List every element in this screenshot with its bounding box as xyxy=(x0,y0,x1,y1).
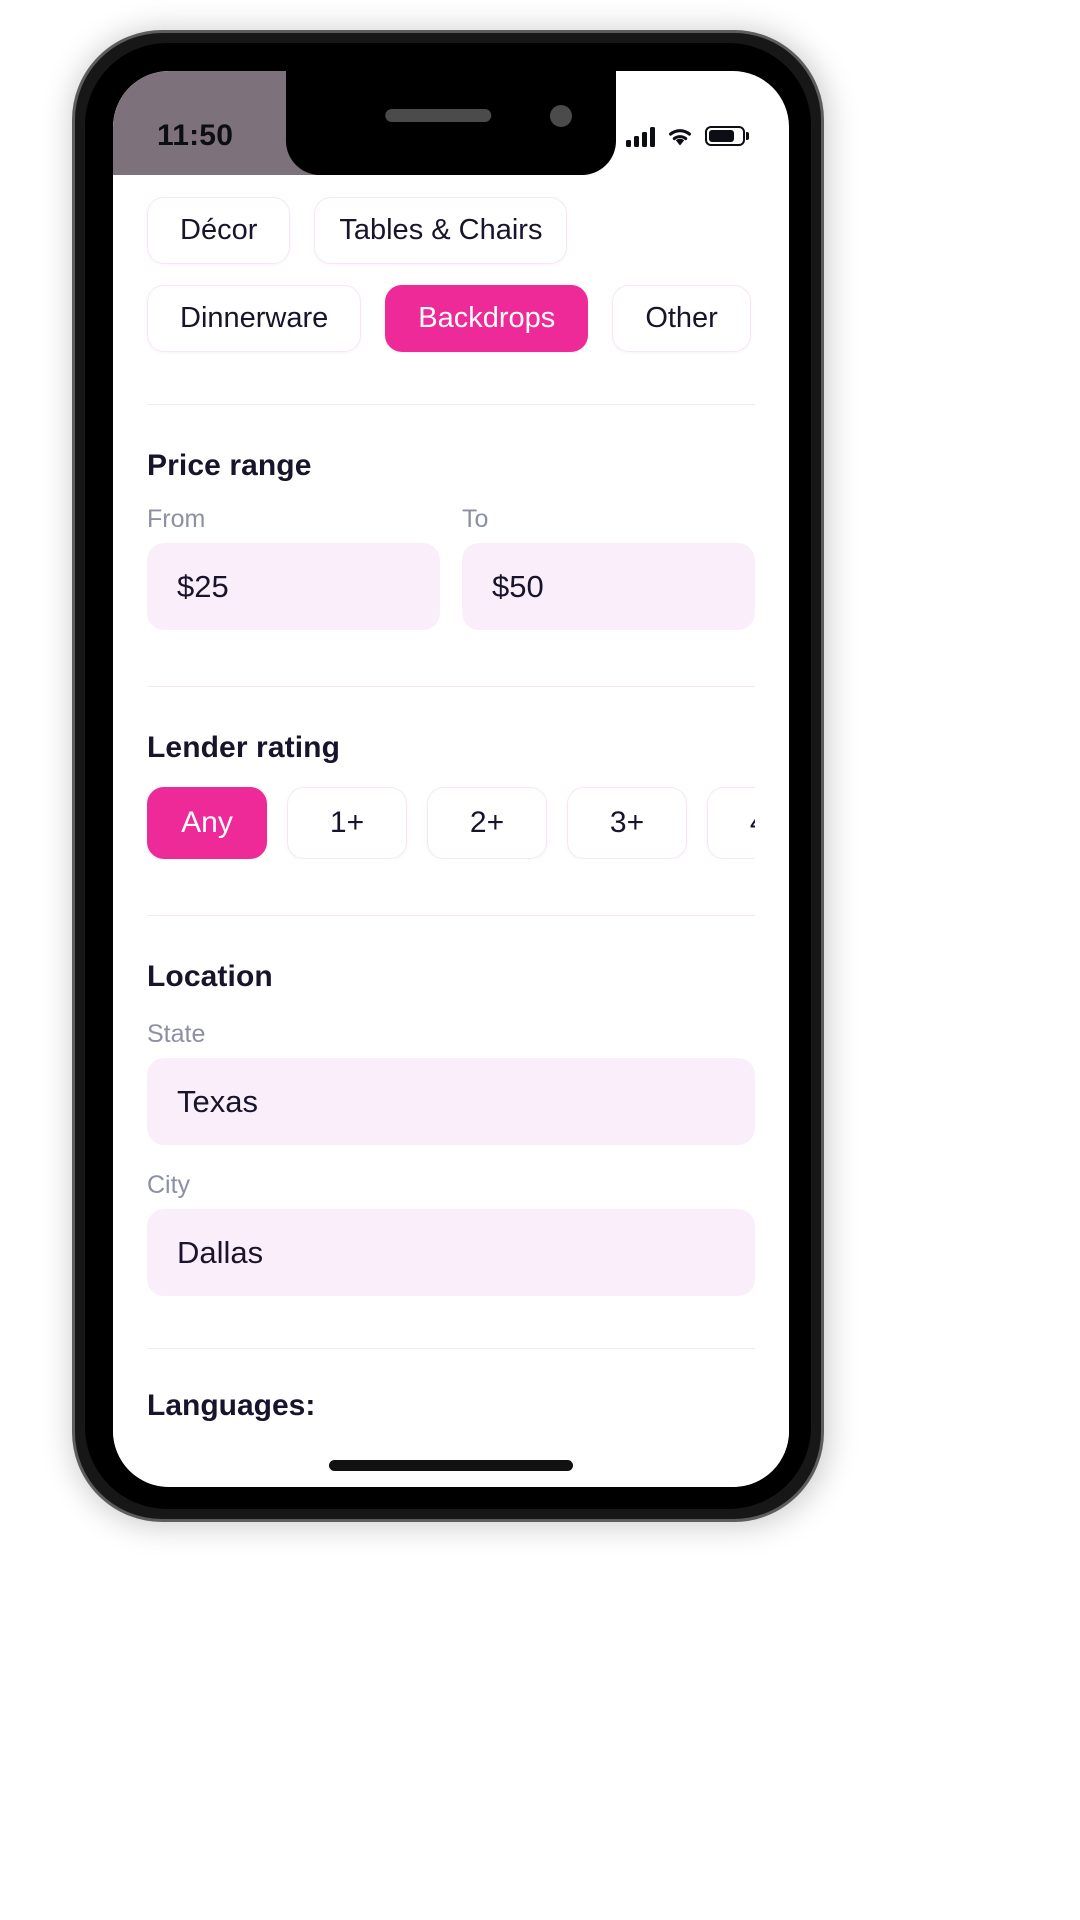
category-chip-other[interactable]: Other xyxy=(612,285,751,352)
price-from-input[interactable]: $25 xyxy=(147,543,440,630)
wifi-icon xyxy=(666,126,694,147)
rating-chip-3plus[interactable]: 3+ xyxy=(567,787,687,859)
rating-chip-any[interactable]: Any xyxy=(147,787,267,859)
rating-chip-4plus[interactable]: 4+ xyxy=(707,787,755,859)
languages-title: Languages: xyxy=(147,1389,316,1422)
earpiece-speaker-icon xyxy=(385,109,492,122)
state-label: State xyxy=(147,1020,206,1048)
category-chip-dinnerware[interactable]: Dinnerware xyxy=(147,285,362,352)
price-range-row: From $25 To $50 xyxy=(147,483,755,630)
category-chip-decor[interactable]: Décor xyxy=(147,197,291,264)
price-from-field: From $25 xyxy=(147,505,440,630)
lender-rating-group: Any 1+ 2+ 3+ 4+ xyxy=(147,765,755,859)
phone-frame: 11:50 Décor Tables & Chairs Dinnerware B… xyxy=(72,30,824,1522)
screenshot-stage: 11:50 Décor Tables & Chairs Dinnerware B… xyxy=(0,0,1080,1920)
lender-rating-title: Lender rating xyxy=(147,731,340,764)
city-select[interactable]: Dallas xyxy=(147,1209,755,1296)
status-bar-clock: 11:50 xyxy=(157,119,234,152)
battery-icon xyxy=(705,126,745,146)
filter-panel: Décor Tables & Chairs Dinnerware Backdro… xyxy=(113,175,789,1487)
state-field: State Texas xyxy=(147,994,755,1145)
state-select[interactable]: Texas xyxy=(147,1058,755,1145)
city-label: City xyxy=(147,1171,191,1199)
rating-chip-2plus[interactable]: 2+ xyxy=(427,787,547,859)
phone-notch xyxy=(286,71,616,175)
front-camera-icon xyxy=(550,105,572,127)
price-to-label: To xyxy=(462,505,489,533)
city-field: City Dallas xyxy=(147,1145,755,1296)
location-title: Location xyxy=(147,960,273,993)
category-chip-tables-and-chairs[interactable]: Tables & Chairs xyxy=(314,197,568,264)
rating-chip-1plus[interactable]: 1+ xyxy=(287,787,407,859)
price-to-field: To $50 xyxy=(462,505,755,630)
home-indicator[interactable] xyxy=(329,1460,573,1471)
price-range-title: Price range xyxy=(147,449,312,482)
phone-screen: 11:50 Décor Tables & Chairs Dinnerware B… xyxy=(113,71,789,1487)
price-to-input[interactable]: $50 xyxy=(462,543,755,630)
status-bar-icons xyxy=(626,126,745,147)
price-from-label: From xyxy=(147,505,206,533)
cellular-signal-icon xyxy=(626,126,655,147)
category-chip-backdrops[interactable]: Backdrops xyxy=(385,285,589,352)
category-chip-group: Décor Tables & Chairs Dinnerware Backdro… xyxy=(147,175,755,352)
